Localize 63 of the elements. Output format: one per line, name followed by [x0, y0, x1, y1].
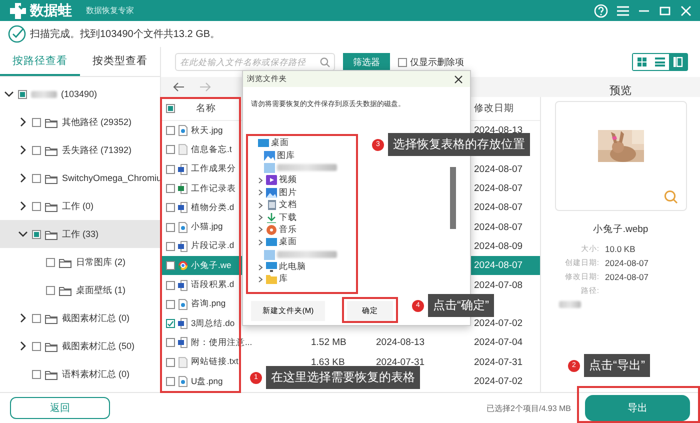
detail-value: 10.0 KB — [605, 244, 636, 254]
callout-tooltip: 点击“确定” — [428, 294, 494, 317]
file-name: 咨询.png — [191, 298, 226, 310]
file-name: 小兔子.we — [191, 260, 232, 272]
file-name: 信息备忘.t — [191, 144, 232, 156]
checkbox-label: 仅显示删除项 — [410, 56, 464, 68]
table-cell: 2024-07-08 — [474, 280, 523, 291]
item-label: SwitchyOmega_Chromiu — [62, 173, 162, 183]
item-label: 文档 — [279, 199, 297, 212]
file-name: 语段积累.d — [191, 279, 234, 292]
item-label: 其他路径 (29352) — [62, 116, 132, 128]
file-name: 秋天.jpg — [191, 124, 223, 137]
detail-value: 2024-08-07 — [605, 272, 648, 282]
item-label: 桌面壁纸 (1) — [76, 284, 126, 296]
item-label: 日常图库 (2) — [76, 256, 126, 268]
file-name: 3周总结.do — [191, 318, 235, 330]
item-label: 下载 — [279, 212, 297, 224]
item-label: 桌面 — [271, 137, 289, 150]
table-cell: 2024-08-13 — [376, 337, 425, 348]
table-cell: 2024-07-04 — [474, 337, 523, 348]
table-cell: 2024-08-07 — [474, 164, 523, 175]
file-name: 小兔子.webp — [592, 223, 648, 236]
file-name: 小猫.jpg — [191, 221, 223, 234]
item-label: 工作 (0) — [62, 200, 94, 212]
item-label: 截图素材汇总 (0) — [62, 312, 130, 324]
detail-value: 2024-08-07 — [605, 258, 648, 268]
callout-tooltip: 点击“导出” — [584, 354, 650, 377]
item-label: 丢失路径 (71392) — [62, 144, 132, 156]
table-cell: 2024-07-02 — [474, 318, 523, 330]
app-subtitle: 数据恢复专家 — [86, 5, 134, 16]
table-cell: 2024-08-07 — [474, 260, 523, 272]
table-cell: 2024-08-07 — [474, 222, 523, 233]
callout-tooltip: 选择恢复表格的存放位置 — [388, 133, 530, 156]
table-cell: 2024-07-31 — [474, 356, 523, 368]
file-name: 植物分类.d — [191, 202, 234, 214]
item-label: 视频 — [279, 174, 297, 186]
file-name: 工作成果分 — [191, 163, 236, 176]
file-name: U盘.png — [191, 376, 223, 388]
item-label: 此电脑 — [279, 261, 306, 274]
file-name: 工作记录表 — [191, 182, 236, 195]
item-label: (103490) — [61, 89, 98, 99]
table-cell: 2024-07-31 — [376, 356, 425, 368]
selection-summary: 已选择2个项目/4.93 MB — [486, 402, 571, 414]
table-cell: 2024-08-07 — [474, 183, 523, 194]
file-name: 网站链接.txt — [191, 356, 238, 368]
callout-tooltip: 在这里选择需要恢复的表格 — [266, 366, 420, 389]
item-label: 库 — [279, 273, 288, 286]
item-label: 语料素材汇总 (0) — [62, 368, 130, 380]
item-label: 工作 (33) — [62, 228, 99, 240]
scan-status-text: 扫描完成。找到103490个文件共13.2 GB。 — [30, 28, 220, 41]
item-label: 图片 — [279, 186, 297, 199]
table-cell: 2024-08-09 — [474, 240, 523, 252]
file-name: 片段记录.d — [191, 240, 234, 252]
item-label: 截图素材汇总 (50) — [62, 340, 135, 352]
preview-heading: 预览 — [610, 84, 632, 98]
item-label: 图库 — [277, 150, 295, 162]
table-cell: 2024-07-02 — [474, 376, 523, 387]
table-cell: 1.63 KB — [311, 356, 345, 368]
table-cell: 1.52 MB — [311, 337, 346, 348]
app-logo-text: 数据蛙 — [30, 2, 72, 20]
item-label: 桌面 — [279, 236, 297, 248]
item-label: 音乐 — [279, 224, 297, 236]
table-cell: 2024-08-07 — [474, 202, 523, 214]
